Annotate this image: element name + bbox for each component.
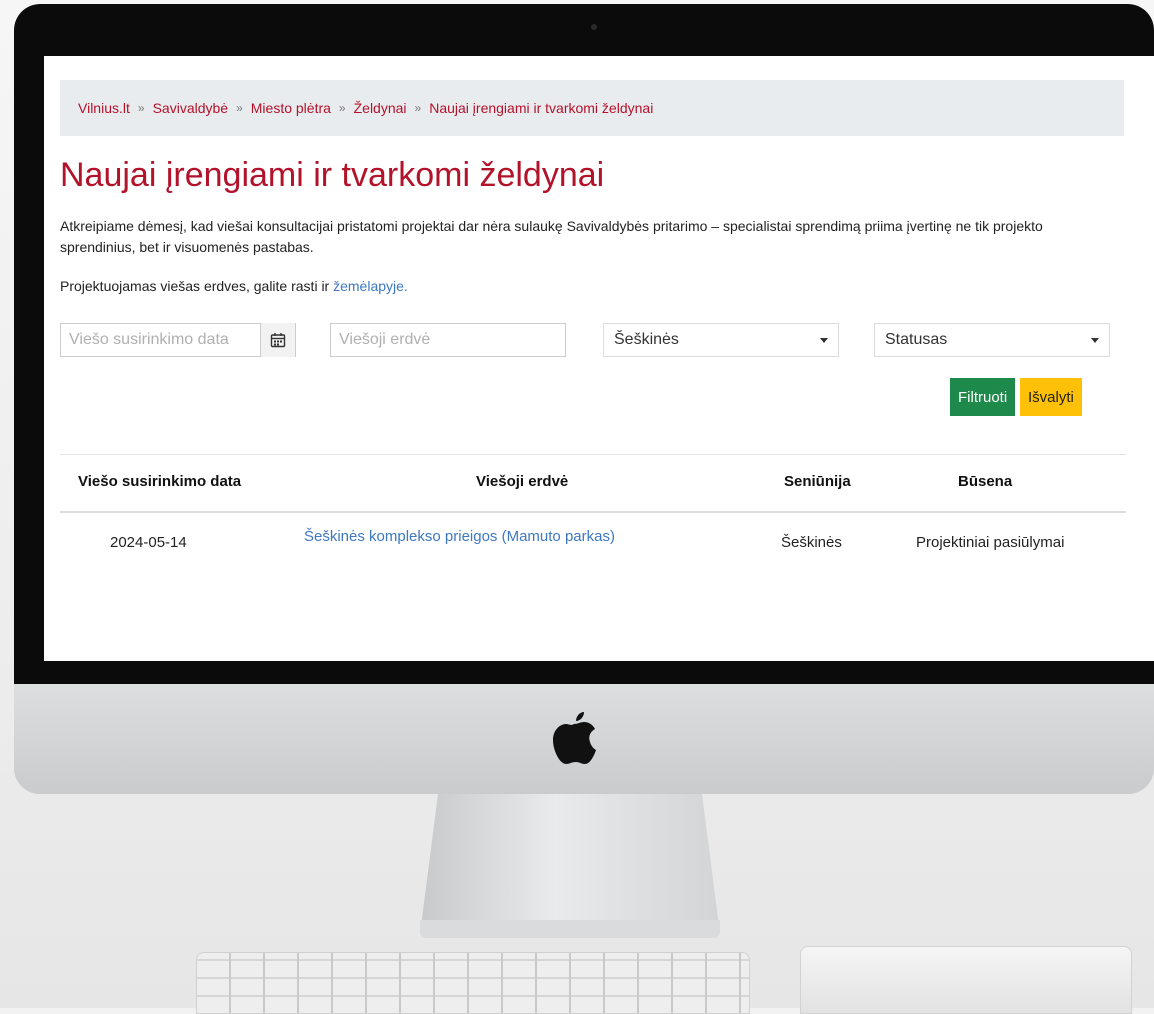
breadcrumb-item-current[interactable]: Naujai įrengiami ir tvarkomi želdynai [429,100,653,116]
column-header-status: Būsena [958,473,1013,490]
breadcrumb-separator: » [414,101,422,115]
browser-screen: Vilnius.lt » Savivaldybė » Miesto plėtra… [44,56,1154,661]
space-filter [330,323,566,357]
status-select-value: Statusas [885,331,948,348]
space-input[interactable] [331,330,565,350]
row-space-link[interactable]: Šeškinės komplekso prieigos (Mamuto park… [304,528,615,545]
chevron-down-icon [820,337,828,343]
imac-monitor: Vilnius.lt » Savivaldybė » Miesto plėtra… [14,4,1154,794]
column-header-space: Viešoji erdvė [476,473,569,490]
camera [591,24,597,30]
filter-button[interactable]: Filtruoti [950,378,1016,416]
breadcrumb: Vilnius.lt » Savivaldybė » Miesto plėtra… [60,80,1124,136]
column-header-district: Seniūnija [784,473,851,490]
row-date: 2024-05-14 [110,534,187,551]
intro-text: Atkreipiame dėmesį, kad viešai konsultac… [60,218,1043,255]
map-line: Projektuojamas viešas erdves, galite ras… [60,278,408,294]
calendar-icon[interactable] [260,323,295,357]
table-header-divider [60,511,1126,513]
breadcrumb-separator: » [338,101,346,115]
table-top-divider [60,454,1126,455]
date-filter [60,323,296,357]
district-select[interactable]: Šeškinės [603,323,839,357]
trackpad [800,946,1132,1014]
map-link[interactable]: žemėlapyje. [333,278,408,294]
monitor-stand-base [420,920,720,938]
row-space-link-text[interactable]: Šeškinės komplekso prieigos (Mamuto park… [304,528,615,545]
column-header-date: Viešo susirinkimo data [78,473,242,490]
map-text: Projektuojamas viešas erdves, galite ras… [60,278,334,294]
breadcrumb-item-savivaldybe[interactable]: Savivaldybė [153,100,229,116]
breadcrumb-item-vilnius[interactable]: Vilnius.lt [78,100,130,116]
breadcrumb-separator: » [137,101,145,115]
keyboard [196,952,750,1014]
clear-button[interactable]: Išvalyti [1020,378,1082,416]
date-input[interactable] [61,330,260,350]
page-title: Naujai įrengiami ir tvarkomi želdynai [60,156,605,194]
apple-logo-icon [553,712,596,764]
row-status: Projektiniai pasiūlymai [916,534,1065,551]
breadcrumb-item-miesto-pletra[interactable]: Miesto plėtra [251,100,331,116]
district-select-value: Šeškinės [614,331,679,348]
breadcrumb-separator: » [236,101,243,115]
row-district: Šeškinės [781,534,842,551]
chevron-down-icon [1091,337,1099,343]
breadcrumb-item-zeldynai[interactable]: Želdynai [354,100,407,116]
monitor-stand [420,794,720,934]
status-select[interactable]: Statusas [874,323,1110,357]
monitor-bezel: Vilnius.lt » Savivaldybė » Miesto plėtra… [14,4,1154,684]
